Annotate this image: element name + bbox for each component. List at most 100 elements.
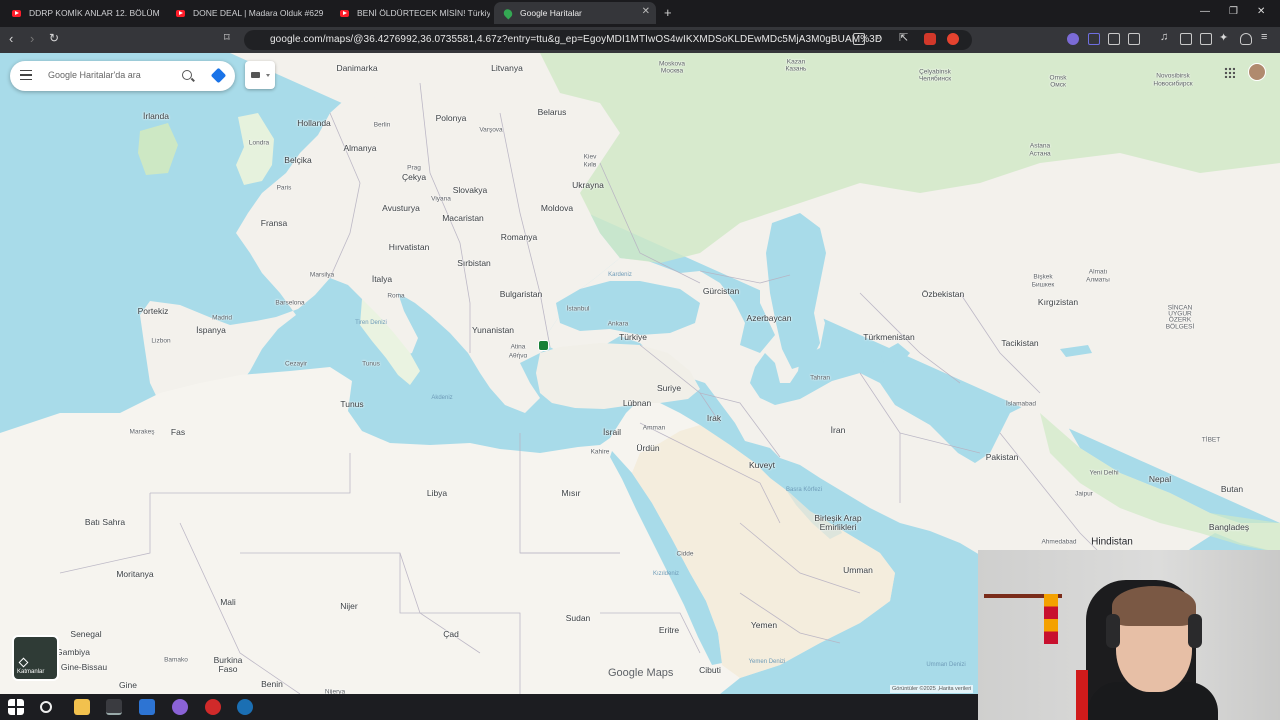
country-label[interactable]: İtalya	[372, 274, 392, 284]
reload-icon[interactable]: ↻	[49, 31, 59, 45]
country-label[interactable]: Emirlikleri	[820, 522, 857, 532]
music-icon[interactable]: ♫	[1160, 31, 1168, 43]
city-label[interactable]: İstanbul	[567, 306, 590, 313]
city-label[interactable]: Новосибирск	[1153, 81, 1192, 88]
cast-icon[interactable]	[853, 33, 865, 45]
city-label[interactable]: Київ	[584, 162, 597, 169]
city-label[interactable]: Prag	[407, 165, 421, 172]
country-label[interactable]: Belçika	[284, 155, 311, 165]
country-label[interactable]: Çad	[443, 629, 459, 639]
city-label[interactable]: TİBET	[1202, 437, 1220, 444]
city-label[interactable]: Kardeniz	[608, 272, 632, 278]
sidebar-icon[interactable]	[1180, 33, 1192, 45]
city-label[interactable]: Bamako	[164, 657, 188, 664]
share-icon[interactable]: ⇱	[899, 31, 908, 44]
country-label[interactable]: Fransa	[261, 218, 287, 228]
country-label[interactable]: Bulgaristan	[500, 289, 543, 299]
city-label[interactable]: Viyana	[431, 196, 451, 203]
country-label[interactable]: Macaristan	[442, 213, 484, 223]
close-tab-icon[interactable]: ✕	[642, 6, 650, 17]
country-label[interactable]: Butan	[1221, 484, 1243, 494]
country-label[interactable]: Fas	[171, 427, 185, 437]
country-label[interactable]: Gine-Bissau	[61, 662, 107, 672]
country-label[interactable]: Mısır	[562, 488, 581, 498]
country-label[interactable]: Sudan	[566, 613, 591, 623]
city-label[interactable]: Kahire	[591, 449, 610, 456]
city-label[interactable]: Челябинск	[919, 76, 951, 83]
layers-button[interactable]: Katmanlar	[12, 635, 59, 681]
brave-rewards-icon[interactable]	[947, 33, 959, 45]
windows-start-icon[interactable]	[8, 699, 24, 715]
city-label[interactable]: Αθήνα	[509, 353, 528, 360]
city-label[interactable]: Marsilya	[310, 272, 334, 279]
country-label[interactable]: Özbekistan	[922, 289, 965, 299]
menu-icon[interactable]: ≡	[1261, 31, 1267, 43]
city-label[interactable]: Madrid	[212, 315, 232, 322]
country-label[interactable]: Bangladeş	[1209, 522, 1249, 532]
country-label[interactable]: Ukrayna	[572, 180, 604, 190]
city-label[interactable]: Marakeş	[130, 429, 155, 436]
search-icon[interactable]	[182, 70, 192, 80]
city-label[interactable]: Novosibirsk	[1156, 73, 1190, 80]
file-explorer-icon[interactable]	[74, 699, 90, 715]
forward-icon[interactable]: ›	[30, 31, 34, 46]
country-label[interactable]: Gürcistan	[703, 286, 739, 296]
country-label[interactable]: İrlanda	[143, 111, 169, 121]
directions-icon[interactable]	[210, 67, 227, 84]
country-label[interactable]: Kuveyt	[749, 460, 775, 470]
wallet-icon[interactable]	[1128, 33, 1140, 45]
country-label[interactable]: Moritanya	[116, 569, 153, 579]
minimize-icon[interactable]: —	[1200, 6, 1210, 17]
country-label[interactable]: Sırbistan	[457, 258, 491, 268]
city-label[interactable]: Barselona	[275, 300, 304, 307]
country-label[interactable]: Belarus	[538, 107, 567, 117]
country-label[interactable]: Türkmenistan	[863, 332, 915, 342]
city-label[interactable]: Омск	[1050, 82, 1066, 89]
app-icon[interactable]	[139, 699, 155, 715]
city-label[interactable]: Berlin	[374, 122, 391, 129]
country-label[interactable]: Kırgızistan	[1038, 297, 1078, 307]
country-label[interactable]: Lübnan	[623, 398, 651, 408]
brave-shield-icon[interactable]	[924, 33, 936, 45]
new-tab-button[interactable]: +	[664, 5, 672, 20]
search-box[interactable]: Google Haritalar'da ara	[10, 61, 235, 91]
hamburger-menu-icon[interactable]	[20, 70, 32, 80]
country-label[interactable]: Eritre	[659, 625, 679, 635]
puzzle-icon[interactable]	[1108, 33, 1120, 45]
city-label[interactable]: Казань	[786, 66, 807, 73]
country-label[interactable]: İsrail	[603, 427, 621, 437]
country-label[interactable]: Portekiz	[138, 306, 169, 316]
input-tools-button[interactable]	[245, 61, 275, 89]
city-label[interactable]: Bişkek	[1033, 274, 1052, 281]
tab-done-deal[interactable]: DONE DEAL | Madara Olduk #629 - Y	[166, 2, 326, 24]
country-label[interactable]: Gambiya	[56, 647, 90, 657]
city-label[interactable]: BÖLGESİ	[1166, 324, 1195, 331]
city-label[interactable]: Umman Denizi	[926, 662, 965, 668]
bookmark-icon[interactable]: ⌑	[224, 31, 230, 44]
city-label[interactable]: ÖZERK	[1169, 317, 1191, 324]
city-label[interactable]: Cidde	[677, 551, 694, 558]
city-label[interactable]: Tunus	[362, 361, 380, 368]
steam-icon[interactable]	[237, 699, 253, 715]
city-label[interactable]: Almatı	[1089, 269, 1107, 276]
city-label[interactable]: Cezayir	[285, 361, 307, 368]
country-label[interactable]: Suriye	[657, 383, 681, 393]
country-label[interactable]: Senegal	[70, 629, 101, 639]
country-label[interactable]: Tacikistan	[1001, 338, 1038, 348]
city-label[interactable]: Moskova	[659, 61, 685, 68]
country-label[interactable]: Gine	[119, 680, 137, 690]
country-label[interactable]: Litvanya	[491, 63, 523, 73]
country-label[interactable]: Danimarka	[336, 63, 377, 73]
city-label[interactable]: Çelyabinsk	[919, 69, 951, 76]
city-label[interactable]: Yemen Denizi	[749, 659, 786, 665]
country-label[interactable]: Mali	[220, 597, 236, 607]
city-label[interactable]: Varşova	[479, 127, 502, 134]
country-label[interactable]: İran	[831, 425, 846, 435]
city-label[interactable]: Москва	[661, 68, 683, 75]
city-label[interactable]: Omsk	[1050, 75, 1067, 82]
city-label[interactable]: Roma	[387, 293, 404, 300]
city-label[interactable]: Астана	[1029, 151, 1050, 158]
country-label[interactable]: Slovakya	[453, 185, 488, 195]
city-label[interactable]: Yeni Delhi	[1089, 470, 1118, 477]
country-label[interactable]: Benin	[261, 679, 283, 689]
